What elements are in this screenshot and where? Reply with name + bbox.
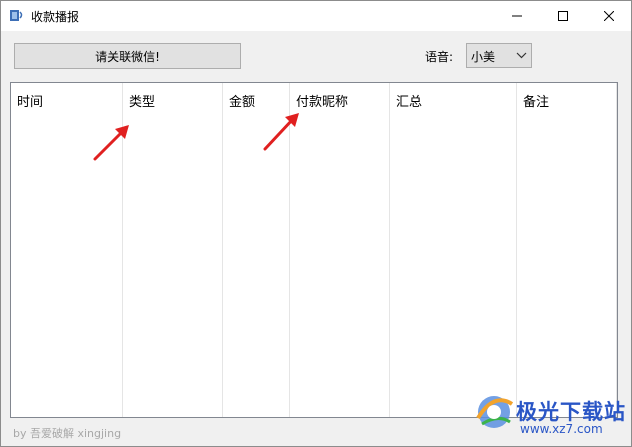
chevron-down-icon <box>516 52 527 59</box>
column-header-summary[interactable]: 汇总 <box>396 91 422 110</box>
voice-select[interactable]: 小美 <box>466 43 532 68</box>
title-bar[interactable]: 收款播报 <box>1 1 631 31</box>
red-arrow-icon <box>93 125 129 161</box>
watermark-url: www.xz7.com <box>520 422 603 436</box>
watermark: 极光下载站 www.xz7.com <box>472 388 630 444</box>
column-payer-nickname[interactable]: 付款昵称 <box>290 83 390 417</box>
column-header-payer-nickname[interactable]: 付款昵称 <box>296 91 348 110</box>
column-header-remark[interactable]: 备注 <box>523 91 549 110</box>
column-header-time[interactable]: 时间 <box>17 91 43 110</box>
maximize-button[interactable] <box>540 1 586 31</box>
close-button[interactable] <box>586 1 632 31</box>
red-arrow-icon <box>263 113 299 151</box>
app-window: 收款播报 请关联微信! 语音: 小美 时间 类型 金额 付款昵称 汇总 备注 b… <box>0 0 632 447</box>
window-title: 收款播报 <box>31 10 80 24</box>
footer-credit: by 吾爱破解 xingjing <box>13 427 122 440</box>
voice-selected-value: 小美 <box>471 50 496 64</box>
link-wechat-button[interactable]: 请关联微信! <box>14 43 241 69</box>
close-icon <box>604 11 614 21</box>
speaker-app-icon <box>10 10 23 21</box>
column-header-amount[interactable]: 金额 <box>229 91 255 110</box>
minimize-button[interactable] <box>494 1 540 31</box>
column-remark[interactable]: 备注 <box>517 83 617 417</box>
minimize-icon <box>512 15 522 17</box>
column-summary[interactable]: 汇总 <box>390 83 517 417</box>
voice-label: 语音: <box>425 50 454 64</box>
maximize-icon <box>558 11 568 21</box>
site-logo-icon <box>476 396 514 428</box>
column-type[interactable]: 类型 <box>123 83 223 417</box>
column-header-type[interactable]: 类型 <box>129 91 155 110</box>
